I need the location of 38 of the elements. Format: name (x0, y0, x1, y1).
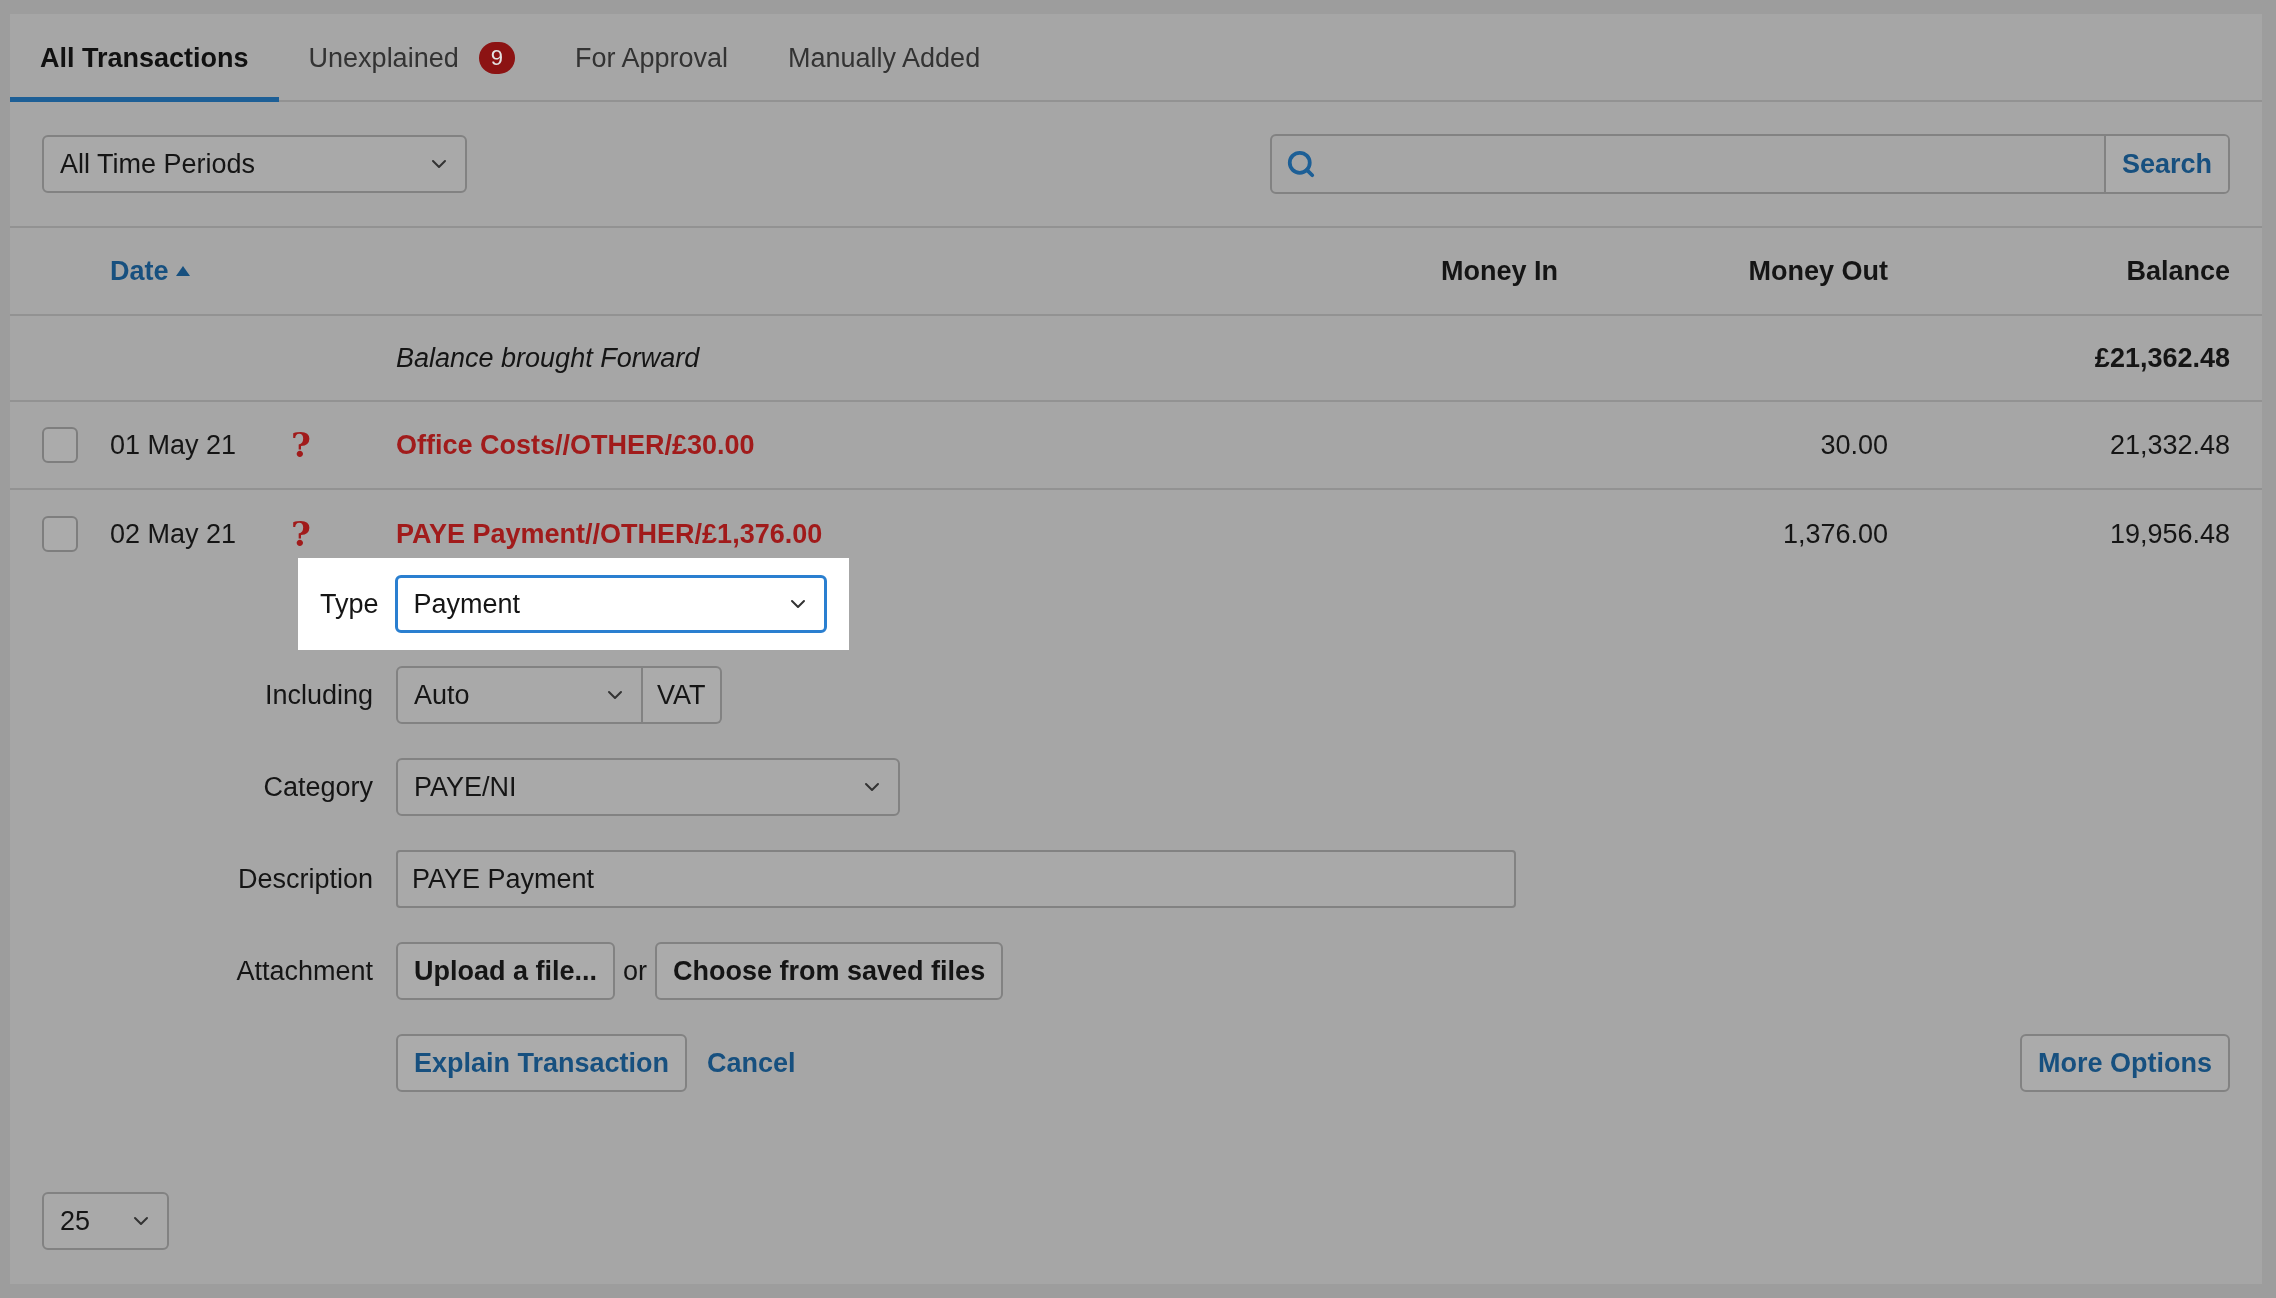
unexplained-icon: ? (291, 425, 311, 465)
balance-cell-text: 19,956.48 (2108, 518, 2230, 550)
date-cell-text: 01 May 21 (110, 429, 238, 461)
per-page-select[interactable]: 25 (42, 1192, 169, 1250)
or-text: or (623, 955, 648, 987)
choose-files-button[interactable]: Choose from saved files (655, 942, 1004, 1000)
field-label: Category (262, 771, 373, 803)
description-field[interactable]: PAYE Payment (396, 850, 1516, 908)
row-checkbox[interactable] (42, 427, 78, 463)
tab[interactable]: For Approval (544, 14, 758, 102)
period-select[interactable]: All Time Periods (42, 135, 467, 193)
column-header: Money In (1440, 255, 1558, 287)
tab[interactable]: Manually Added (758, 14, 1011, 102)
description-cell-text: Balance brought Forward (396, 342, 701, 374)
including-select[interactable]: Auto (396, 666, 643, 724)
more-options-button[interactable]: More Options (2020, 1034, 2230, 1092)
category-select[interactable]: PAYE/NI (396, 758, 900, 816)
balance-cell-text: £21,362.48 (2093, 342, 2230, 374)
column-header: Balance (2125, 255, 2230, 287)
field-label: Including (263, 679, 373, 711)
upload-button[interactable]: Upload a file... (396, 942, 616, 1000)
explain-transaction-button[interactable]: Explain Transaction (396, 1034, 688, 1092)
sort-arrow-icon (174, 265, 191, 277)
field-label: Description (236, 863, 373, 895)
tab[interactable]: All Transactions (10, 14, 279, 102)
column-header: Money Out (1747, 255, 1888, 287)
type-select[interactable]: Payment (394, 575, 827, 633)
money-out-cell-text: 1,376.00 (1781, 518, 1888, 550)
tab[interactable]: Unexplained 9 (278, 14, 545, 102)
balance-cell-text: 21,332.48 (2108, 429, 2230, 461)
vat-addon: VAT (643, 666, 722, 724)
count-badge: 9 (478, 42, 515, 74)
row-checkbox[interactable] (42, 516, 78, 552)
date-cell-text: 02 May 21 (110, 518, 238, 550)
field-label: Attachment (235, 955, 373, 987)
field-label: Type (320, 588, 379, 620)
unexplained-icon: ? (291, 514, 311, 554)
money-out-cell-text: 30.00 (1819, 429, 1888, 461)
